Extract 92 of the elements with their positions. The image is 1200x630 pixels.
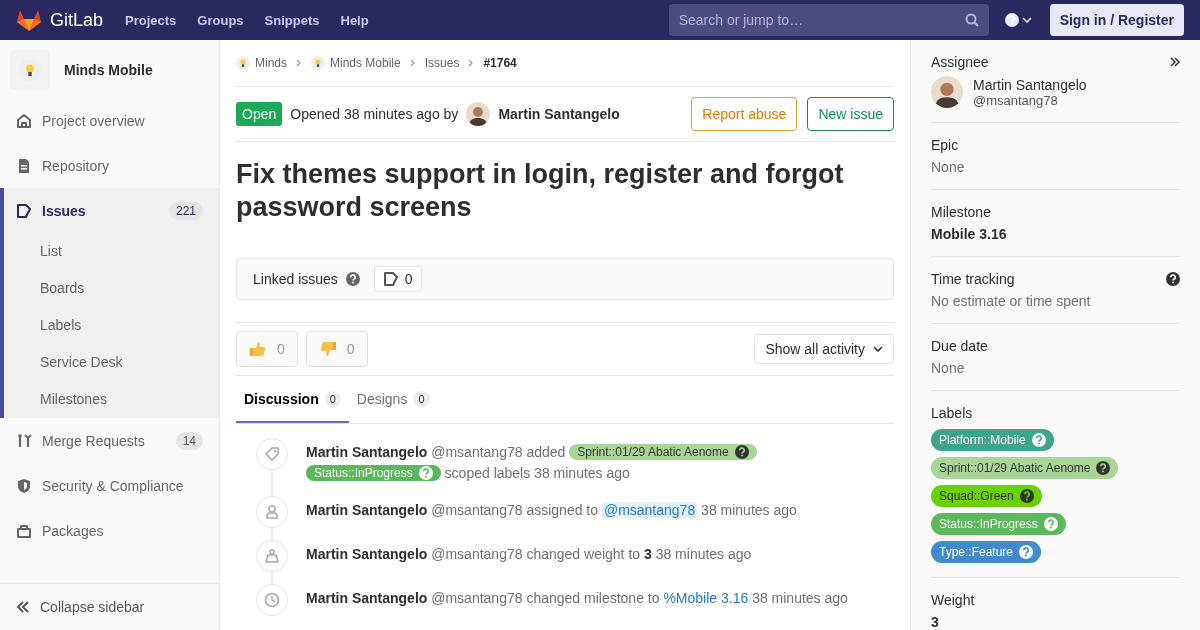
clock-icon xyxy=(264,592,280,608)
sidebar-title: Labels xyxy=(931,405,973,421)
breadcrumb-link[interactable]: #1764 xyxy=(483,56,517,70)
package-icon xyxy=(16,522,32,539)
help-icon[interactable] xyxy=(1019,489,1034,503)
brand-name[interactable]: GitLab xyxy=(50,9,104,31)
label-tag[interactable]: Sprint::01/29 Abatic Aenome xyxy=(931,457,1119,479)
activity-note: Martin Santangelo @msantang78 assigned to @msantang78 38 minutes ago xyxy=(306,501,798,520)
count-badge: 14 xyxy=(175,431,203,450)
thumbs-down-icon xyxy=(318,340,337,358)
sidebar-value: None xyxy=(931,159,966,175)
sidebar-title: Time tracking xyxy=(931,271,1015,287)
chevron-right-icon xyxy=(296,59,302,67)
tab[interactable]: Discussion 0 xyxy=(236,376,349,423)
collapse-sidebar-link[interactable]: Collapse sidebar xyxy=(40,599,145,615)
activity-note: Martin Santangelo @msantang78 changed milestone to %Mobile 3.16 38 minutes ago xyxy=(306,589,849,608)
chevron-right-icon xyxy=(468,59,475,67)
help-icon[interactable] xyxy=(1166,272,1180,286)
author-name[interactable]: Martin Santangelo xyxy=(498,106,620,122)
label-tag[interactable]: Sprint::01/29 Abatic Aenome xyxy=(569,444,757,460)
collapse-icon[interactable] xyxy=(1170,57,1180,67)
sidebar-subitem[interactable]: Labels xyxy=(4,307,219,344)
sidebar-value: None xyxy=(931,360,966,376)
avatar xyxy=(466,102,491,126)
opened-text: Opened 38 minutes ago by xyxy=(290,106,459,122)
chevron-down-icon xyxy=(873,345,883,353)
home-icon xyxy=(16,112,32,129)
sidebar-subitem[interactable]: Service Desk xyxy=(4,344,219,381)
sidebar-subitem[interactable]: Boards xyxy=(4,270,219,307)
sidebar-title: Due date xyxy=(931,338,988,354)
sidebar-item[interactable]: Repository xyxy=(42,157,109,174)
sidebar-subitem[interactable]: List xyxy=(4,233,219,270)
weight-icon xyxy=(264,548,280,564)
tab[interactable]: Designs 0 xyxy=(348,376,438,423)
thumbs-up-icon xyxy=(249,340,267,358)
sidebar-item[interactable]: Issues xyxy=(42,202,86,219)
user-icon xyxy=(264,504,280,520)
help-icon[interactable] xyxy=(345,272,360,286)
sidebar-item[interactable]: Project overview xyxy=(42,112,145,129)
nav-link[interactable]: Help xyxy=(340,12,369,28)
issue-title: Fix themes support in login, register and forgot password screens xyxy=(236,158,845,224)
activity-note: Martin Santangelo @msantang78 added Sprint::01/29 Abatic Aenome Status::InProgress scoped labels 38 minutes ago xyxy=(306,438,866,484)
sidebar-title: Epic xyxy=(931,137,959,153)
nav-link[interactable]: Snippets xyxy=(264,12,320,28)
search-field[interactable]: Search or jump to… xyxy=(668,4,989,36)
help-icon[interactable] xyxy=(1004,13,1019,27)
sign-in-button[interactable]: Sign in / Register xyxy=(1049,4,1184,36)
breadcrumb-link[interactable]: Minds Mobile xyxy=(330,56,401,70)
help-icon[interactable] xyxy=(734,445,749,459)
sidebar-value: No estimate or time spent xyxy=(931,293,1092,309)
milestone-link[interactable]: %Mobile 3.16 xyxy=(663,590,749,606)
sidebar-title: Weight xyxy=(931,592,975,608)
document-icon xyxy=(16,157,32,174)
label-tag[interactable]: Type::Feature xyxy=(931,541,1042,563)
sidebar-item[interactable]: Security & Compliance xyxy=(42,477,184,494)
chevron-right-icon xyxy=(409,59,416,67)
sidebar-title: Milestone xyxy=(931,204,991,220)
sidebar-subitem[interactable]: Milestones xyxy=(4,381,219,418)
sidebar-value: 3 xyxy=(931,614,940,630)
activity-note: Martin Santangelo @msantang78 changed weight to 3 38 minutes ago xyxy=(306,545,753,564)
project-name[interactable]: Minds Mobile xyxy=(64,62,153,78)
sidebar-value: Mobile 3.16 xyxy=(931,226,1008,242)
tag-icon xyxy=(264,446,280,462)
linked-issues-label: Linked issues xyxy=(253,271,338,287)
sidebar-item[interactable]: Merge Requests xyxy=(42,432,145,449)
breadcrumb-link[interactable]: Minds xyxy=(255,56,287,70)
avatar xyxy=(931,76,963,108)
nav-link[interactable]: Groups xyxy=(197,12,244,28)
assignee-name[interactable]: Martin Santangelo xyxy=(973,76,1087,93)
issue-icon xyxy=(16,202,32,219)
label-tag[interactable]: Squad::Green xyxy=(931,485,1042,507)
nav-link[interactable]: Projects xyxy=(125,12,177,28)
mention-link[interactable]: @msantang78 xyxy=(601,502,698,518)
group-avatar-icon xyxy=(311,56,325,70)
shield-icon xyxy=(16,477,32,494)
group-avatar-icon xyxy=(236,56,250,70)
status-badge: Open xyxy=(236,102,283,126)
merge-request-icon xyxy=(16,432,32,449)
fox-logo-icon[interactable] xyxy=(16,8,42,32)
double-chevron-left-icon[interactable] xyxy=(16,601,30,613)
count-badge: 221 xyxy=(168,201,203,220)
chevron-down-icon[interactable] xyxy=(1021,16,1032,24)
help-icon[interactable] xyxy=(1096,461,1111,475)
breadcrumb-link[interactable]: Issues xyxy=(424,56,460,70)
issue-icon xyxy=(382,271,399,287)
sidebar-title: Assignee xyxy=(931,54,989,70)
search-icon[interactable] xyxy=(964,13,979,27)
linked-issues-count[interactable]: 0 xyxy=(373,266,422,292)
new-issue-button[interactable]: New issue xyxy=(807,97,894,131)
assignee-username: @msantang78 xyxy=(973,92,1058,108)
activity-filter-dropdown[interactable]: Show all activity xyxy=(754,334,894,364)
sidebar-item[interactable]: Packages xyxy=(42,522,104,539)
